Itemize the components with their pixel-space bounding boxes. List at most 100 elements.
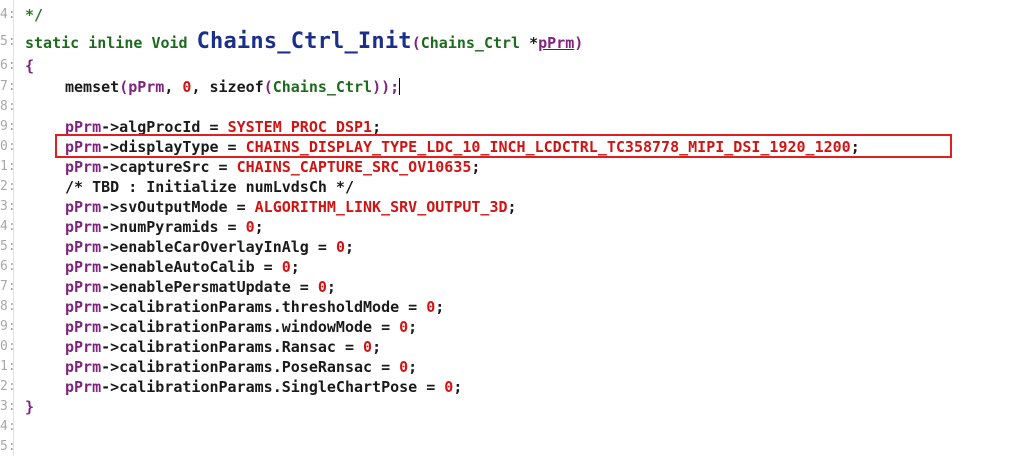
line-number: 1: — [0, 359, 13, 374]
variable-token: pPrm — [65, 358, 102, 376]
line-number: 6: — [0, 259, 13, 274]
line-number: 4: — [0, 219, 13, 234]
assignment-token: ->numPyramids = — [101, 218, 246, 236]
function-call: sizeof — [209, 78, 264, 96]
line-number: 0: — [0, 339, 13, 354]
variable-token: pPrm — [65, 318, 102, 336]
number-token: 0 — [363, 338, 373, 356]
variable-token: pPrm — [128, 78, 165, 96]
line-number: 2: — [0, 179, 13, 194]
code-line: pPrm->enableAutoCalib = 0; — [25, 257, 300, 277]
assignment-token: ->captureSrc = — [101, 158, 237, 176]
assignment-token: ->enableAutoCalib = — [101, 258, 282, 276]
number-token: 0 — [335, 238, 345, 256]
code-area[interactable]: */ static inline Void Chains_Ctrl_Init(C… — [25, 0, 1005, 456]
variable-token: pPrm — [65, 338, 102, 356]
semicolon-token: ; — [254, 218, 264, 236]
code-line: pPrm->calibrationParams.PoseRansac = 0; — [25, 357, 417, 377]
code-line: { — [25, 56, 34, 76]
code-line: } — [25, 397, 34, 417]
line-number-gutter: 4: 5: 6: 7: 8: 9: 0: 1: 2: 3: 4: 5: 6: 7… — [0, 0, 13, 456]
number-token: 0 — [426, 298, 436, 316]
assignment-token: ->calibrationParams.Ransac = — [101, 338, 364, 356]
variable-token: pPrm — [65, 238, 102, 256]
highlight-annotation-box — [55, 134, 952, 158]
parameter-name[interactable]: pPrm — [538, 34, 574, 52]
code-line: pPrm->calibrationParams.windowMode = 0; — [25, 317, 417, 337]
semicolon-token: ; — [471, 158, 481, 176]
code-line: pPrm->captureSrc = CHAINS_CAPTURE_SRC_OV… — [25, 157, 480, 177]
semicolon-token: ; — [344, 238, 354, 256]
line-number: 5: — [0, 239, 13, 254]
semicolon-token: ; — [326, 278, 336, 296]
punctuation-token: ( — [119, 78, 129, 96]
line-number: 4: — [0, 7, 13, 22]
type-token: Chains_Ctrl — [272, 78, 373, 96]
variable-token: pPrm — [65, 218, 102, 236]
line-number: 8: — [0, 99, 13, 114]
type-token: Void — [151, 34, 188, 52]
line-number: 9: — [0, 119, 13, 134]
code-line: */ — [25, 5, 43, 25]
code-editor[interactable]: 4: 5: 6: 7: 8: 9: 0: 1: 2: 3: 4: 5: 6: 7… — [0, 0, 1010, 456]
text-cursor — [399, 78, 401, 95]
semicolon-token: ; — [453, 378, 463, 396]
semicolon-token: ; — [408, 318, 418, 336]
number-token: 0 — [245, 218, 255, 236]
assignment-token: ->svOutputMode = — [101, 198, 255, 216]
comma-token: , — [164, 78, 183, 96]
number-token: 0 — [317, 278, 327, 296]
line-number: 5: — [0, 439, 13, 454]
line-number: 2: — [0, 379, 13, 394]
semicolon-token: ; — [372, 338, 382, 356]
code-line: pPrm->calibrationParams.Ransac = 0; — [25, 337, 381, 357]
code-line: pPrm->enableCarOverlayInAlg = 0; — [25, 237, 354, 257]
number-token: 0 — [281, 258, 291, 276]
brace-close: } — [25, 398, 35, 416]
line-number: 0: — [0, 139, 13, 154]
number-token: 0 — [399, 358, 409, 376]
assignment-token: ->calibrationParams.windowMode = — [101, 318, 400, 336]
comment-token: */ — [25, 6, 44, 24]
number-token: 0 — [399, 318, 409, 336]
line-number: 9: — [0, 319, 13, 334]
semicolon-token: ; — [507, 198, 517, 216]
brace-open: { — [25, 57, 35, 75]
comma-token: , — [191, 78, 210, 96]
variable-token: pPrm — [65, 298, 102, 316]
code-line: pPrm->numPyramids = 0; — [25, 217, 264, 237]
code-line: /* TBD : Initialize numLvdsCh */ — [25, 177, 354, 197]
assignment-token: ->enablePersmatUpdate = — [101, 278, 318, 296]
macro-token: CHAINS_CAPTURE_SRC_OV10635 — [236, 158, 472, 176]
line-number: 8: — [0, 299, 13, 314]
gutter-divider — [13, 0, 14, 456]
semicolon-token: ; — [435, 298, 445, 316]
line-number: 6: — [0, 58, 13, 73]
line-number: 7: — [0, 279, 13, 294]
code-line-function-signature: static inline Void Chains_Ctrl_Init(Chai… — [25, 30, 583, 54]
function-name[interactable]: Chains_Ctrl_Init — [197, 29, 412, 54]
function-call: memset — [65, 78, 120, 96]
variable-token: pPrm — [65, 278, 102, 296]
type-token: Chains_Ctrl — [420, 34, 521, 52]
variable-token: pPrm — [65, 198, 102, 216]
punctuation-token: ( — [263, 78, 273, 96]
code-line: pPrm->svOutputMode = ALGORITHM_LINK_SRV_… — [25, 197, 517, 217]
punctuation-token: ( — [411, 34, 421, 52]
semicolon-token: ; — [408, 358, 418, 376]
line-number: 7: — [0, 79, 13, 94]
assignment-token: ->enableCarOverlayInAlg = — [101, 238, 336, 256]
semicolon-token: ; — [290, 258, 300, 276]
punctuation-token: )); — [372, 78, 400, 96]
line-number: 1: — [0, 159, 13, 174]
pointer-token: * — [520, 34, 539, 52]
macro-token: ALGORITHM_LINK_SRV_OUTPUT_3D — [254, 198, 508, 216]
punctuation-token: ) — [574, 34, 584, 52]
variable-token: pPrm — [65, 158, 102, 176]
number-token: 0 — [444, 378, 454, 396]
line-number: 4: — [0, 419, 13, 434]
line-number: 3: — [0, 199, 13, 214]
assignment-token: ->calibrationParams.PoseRansac = — [101, 358, 400, 376]
line-number: 5: — [0, 34, 13, 49]
line-number: 3: — [0, 399, 13, 414]
